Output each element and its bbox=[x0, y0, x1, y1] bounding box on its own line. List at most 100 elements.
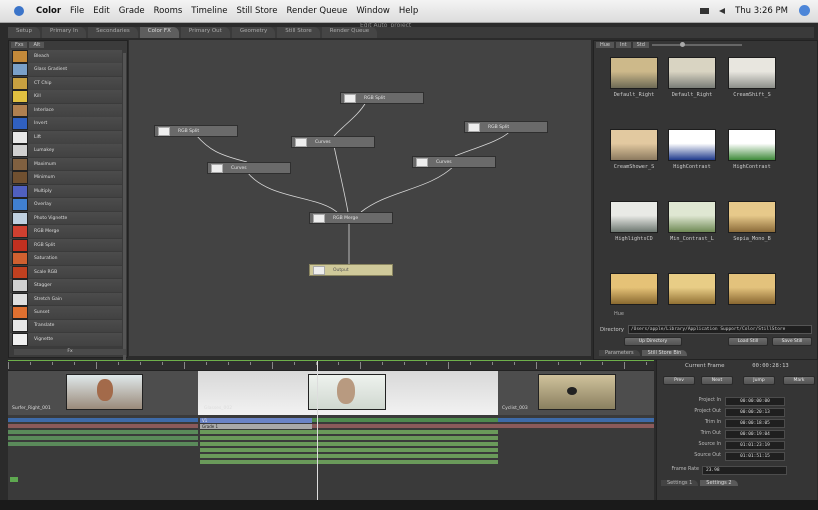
fx-node-item[interactable]: CT Chip bbox=[10, 76, 122, 90]
still-thumbnail[interactable]: HighContrast bbox=[722, 129, 782, 175]
tab-primary-in[interactable]: Primary In bbox=[42, 27, 87, 38]
tab-hue[interactable]: Hue bbox=[596, 42, 615, 48]
graph-node-output[interactable]: Output bbox=[309, 264, 393, 276]
still-thumbnail[interactable]: Default_Right bbox=[604, 57, 664, 103]
clip-thumbnail-cyclist[interactable] bbox=[538, 374, 616, 410]
tab-alt[interactable]: Alt bbox=[29, 42, 45, 48]
fx-node-item[interactable]: RGB Merge bbox=[10, 225, 122, 239]
timeline[interactable]: Surfer_Right_001 Glasses_002 Cyclist_003… bbox=[8, 360, 654, 501]
grade-bar[interactable] bbox=[8, 430, 198, 434]
tab-color-fx[interactable]: Color FX bbox=[139, 27, 179, 38]
menu-rooms[interactable]: Rooms bbox=[154, 6, 183, 16]
apple-menu-icon[interactable] bbox=[14, 6, 24, 16]
fx-node-item[interactable]: Interlace bbox=[10, 103, 122, 117]
timeline-ruler[interactable] bbox=[8, 361, 654, 371]
graph-node-curves-right[interactable]: Curves bbox=[412, 156, 496, 168]
grade-bar[interactable] bbox=[498, 418, 654, 422]
grade-bar[interactable] bbox=[8, 442, 198, 446]
fx-node-item[interactable]: RGB Split bbox=[10, 238, 122, 252]
up-directory-button[interactable]: Up Directory bbox=[624, 337, 682, 346]
still-thumbnail[interactable]: HighlightsCD bbox=[604, 201, 664, 247]
tab-parameters[interactable]: Parameters bbox=[599, 350, 640, 356]
grade-bar[interactable] bbox=[498, 424, 654, 428]
grade-bar[interactable] bbox=[200, 442, 498, 446]
tab-setup[interactable]: Setup bbox=[8, 27, 41, 38]
grade-bar[interactable] bbox=[200, 436, 498, 440]
fx-node-item[interactable]: Saturation bbox=[10, 252, 122, 266]
frame-rate-select[interactable]: 23.98 bbox=[702, 466, 787, 475]
timecode-field[interactable]: 00:00:19:04 bbox=[725, 430, 785, 439]
tab-primary-out[interactable]: Primary Out bbox=[180, 27, 230, 38]
still-thumbnail[interactable]: CreamShift_S bbox=[722, 57, 782, 103]
still-thumbnail[interactable]: Default_Right bbox=[662, 57, 722, 103]
jump-button[interactable]: Jump bbox=[743, 376, 775, 385]
menu-window[interactable]: Window bbox=[356, 6, 390, 16]
tab-settings-2[interactable]: Settings 2 bbox=[700, 480, 738, 486]
grade-bar[interactable] bbox=[310, 418, 498, 422]
current-frame-value[interactable]: 00:00:28:13 bbox=[752, 363, 788, 369]
fx-node-item[interactable]: Glass Gradient bbox=[10, 63, 122, 77]
spotlight-icon[interactable] bbox=[799, 5, 810, 16]
tab-render-queue[interactable]: Render Queue bbox=[321, 27, 378, 38]
fx-node-item[interactable]: Translate bbox=[10, 319, 122, 333]
grade-bar[interactable] bbox=[200, 448, 498, 452]
clock[interactable]: Thu 3:26 PM bbox=[735, 6, 788, 16]
graph-node-curves-top[interactable]: Curves bbox=[291, 136, 375, 148]
fx-node-item[interactable]: Photo Vignette bbox=[10, 211, 122, 225]
grade-bar[interactable] bbox=[310, 424, 498, 428]
fx-node-item[interactable]: Stagger bbox=[10, 279, 122, 293]
grade-bar[interactable] bbox=[8, 424, 198, 428]
graph-node-curves-left[interactable]: Curves bbox=[207, 162, 291, 174]
menu-render-queue[interactable]: Render Queue bbox=[286, 6, 347, 16]
still-thumbnail[interactable] bbox=[722, 273, 782, 319]
grade-bar[interactable] bbox=[8, 418, 198, 422]
prev-button[interactable]: Prev bbox=[663, 376, 695, 385]
slider-knob[interactable] bbox=[680, 42, 685, 47]
fx-node-item[interactable]: Overlay bbox=[10, 198, 122, 212]
fx-node-item[interactable]: Invert bbox=[10, 117, 122, 131]
fx-node-item[interactable]: Sunset bbox=[10, 306, 122, 319]
fx-node-item[interactable]: Vignette bbox=[10, 332, 122, 346]
fx-node-item[interactable]: Lift bbox=[10, 130, 122, 144]
mark-button[interactable]: Mark bbox=[783, 376, 815, 385]
tab-fxs[interactable]: Fxs bbox=[11, 42, 28, 48]
timecode-field[interactable]: 00:00:20:13 bbox=[725, 408, 785, 417]
tab-secondaries[interactable]: Secondaries bbox=[88, 27, 138, 38]
grade-bar[interactable] bbox=[200, 454, 498, 458]
menu-timeline[interactable]: Timeline bbox=[191, 6, 227, 16]
volume-icon[interactable] bbox=[719, 8, 726, 14]
graph-node-rgb-split-left[interactable]: RGB Split bbox=[154, 125, 238, 137]
tab-still-store[interactable]: Still Store bbox=[277, 27, 320, 38]
menu-still-store[interactable]: Still Store bbox=[236, 6, 277, 16]
tab-settings-1[interactable]: Settings 1 bbox=[661, 480, 699, 486]
graph-node-rgb-merge[interactable]: RGB Merge bbox=[309, 212, 393, 224]
timecode-field[interactable]: 01:01:51:15 bbox=[725, 452, 785, 461]
fx-node-item[interactable]: Kill bbox=[10, 90, 122, 104]
menu-file[interactable]: File bbox=[70, 6, 84, 16]
playhead[interactable] bbox=[317, 361, 318, 501]
display-icon[interactable] bbox=[700, 8, 710, 14]
graph-node-rgb-split-right[interactable]: RGB Split bbox=[464, 121, 548, 133]
menu-help[interactable]: Help bbox=[399, 6, 418, 16]
timecode-field[interactable]: 00:00:18:05 bbox=[725, 419, 785, 428]
still-thumbnail[interactable]: Sepia_Mono_B bbox=[722, 201, 782, 247]
load-still-button[interactable]: Load Still bbox=[728, 337, 768, 346]
fx-node-item[interactable]: Bleach bbox=[10, 49, 122, 63]
directory-field[interactable]: /Users/apple/Library/Application Support… bbox=[627, 325, 812, 334]
still-thumbnail[interactable]: HighContrast bbox=[662, 129, 722, 175]
timecode-field[interactable]: 00:00:00:00 bbox=[725, 397, 785, 406]
fx-node-item[interactable]: Maximum bbox=[10, 157, 122, 171]
fx-node-item[interactable]: Multiply bbox=[10, 184, 122, 198]
thumbnail-size-slider[interactable] bbox=[652, 42, 742, 47]
node-list-scrollbar[interactable] bbox=[123, 53, 126, 371]
node-graph-canvas[interactable]: RGB Split RGB Split RGB Split Curves Cur… bbox=[129, 40, 591, 356]
fx-node-item[interactable]: Stretch Gain bbox=[10, 292, 122, 306]
tab-still-store-bin[interactable]: Still Store Bin bbox=[641, 350, 688, 356]
tab-geometry[interactable]: Geometry bbox=[231, 27, 276, 38]
clip-thumbnail-surfer[interactable] bbox=[66, 374, 143, 410]
fx-node-item[interactable]: Minimum bbox=[10, 171, 122, 185]
still-thumbnail[interactable] bbox=[662, 273, 722, 319]
fx-node-item[interactable]: Scale RGB bbox=[10, 265, 122, 279]
grade-bar[interactable] bbox=[8, 436, 198, 440]
fx-node-item[interactable]: Lumakey bbox=[10, 144, 122, 158]
